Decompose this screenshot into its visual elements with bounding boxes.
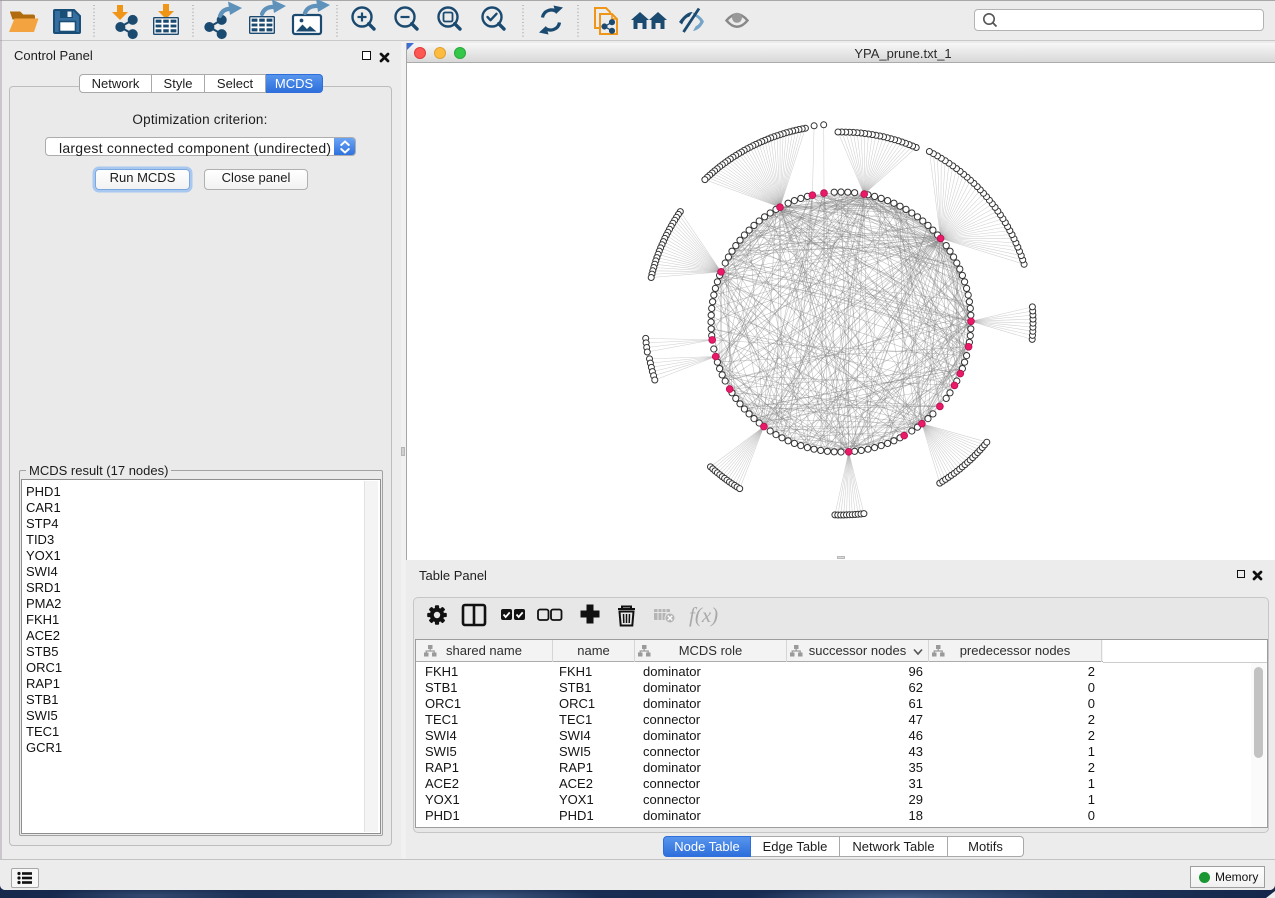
svg-text:f(x): f(x) — [689, 603, 718, 627]
